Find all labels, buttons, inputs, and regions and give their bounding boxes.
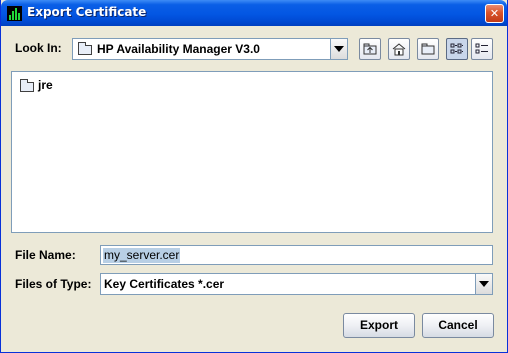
window-title: Export Certificate xyxy=(27,5,147,19)
export-button[interactable]: Export xyxy=(343,313,415,338)
files-of-type-label: Files of Type: xyxy=(15,277,92,291)
close-button[interactable]: ✕ xyxy=(485,4,504,23)
file-list[interactable]: jre xyxy=(11,71,493,233)
list-view-icon xyxy=(450,43,463,54)
home-icon xyxy=(392,43,406,56)
export-certificate-dialog: Export Certificate ✕ Look In: HP Availab… xyxy=(0,0,508,353)
file-name: jre xyxy=(38,78,53,92)
close-icon: ✕ xyxy=(489,7,500,20)
chart-bars-icon xyxy=(7,6,22,21)
look-in-value: HP Availability Manager V3.0 xyxy=(97,42,260,56)
look-in-dropdown[interactable]: HP Availability Manager V3.0 xyxy=(72,38,348,60)
details-view-icon xyxy=(475,43,488,54)
file-name-value[interactable]: my_server.cer xyxy=(103,248,181,263)
details-view-button[interactable] xyxy=(471,38,493,60)
list-view-button[interactable] xyxy=(446,38,468,60)
cancel-button[interactable]: Cancel xyxy=(422,313,494,338)
new-folder-icon xyxy=(421,43,435,55)
up-one-level-icon xyxy=(363,43,377,55)
home-button[interactable] xyxy=(388,38,410,60)
title-bar[interactable]: Export Certificate ✕ xyxy=(1,0,507,26)
files-of-type-value: Key Certificates *.cer xyxy=(104,277,225,291)
folder-icon xyxy=(20,79,34,92)
file-name-label: File Name: xyxy=(15,248,76,262)
chevron-down-icon[interactable] xyxy=(330,39,347,59)
file-name-field[interactable]: my_server.cer xyxy=(100,245,493,265)
up-one-level-button[interactable] xyxy=(359,38,381,60)
files-of-type-dropdown[interactable]: Key Certificates *.cer xyxy=(100,273,493,295)
look-in-label: Look In: xyxy=(15,41,62,55)
new-folder-button[interactable] xyxy=(417,38,439,60)
folder-icon xyxy=(78,42,92,55)
chevron-down-icon[interactable] xyxy=(475,274,492,294)
